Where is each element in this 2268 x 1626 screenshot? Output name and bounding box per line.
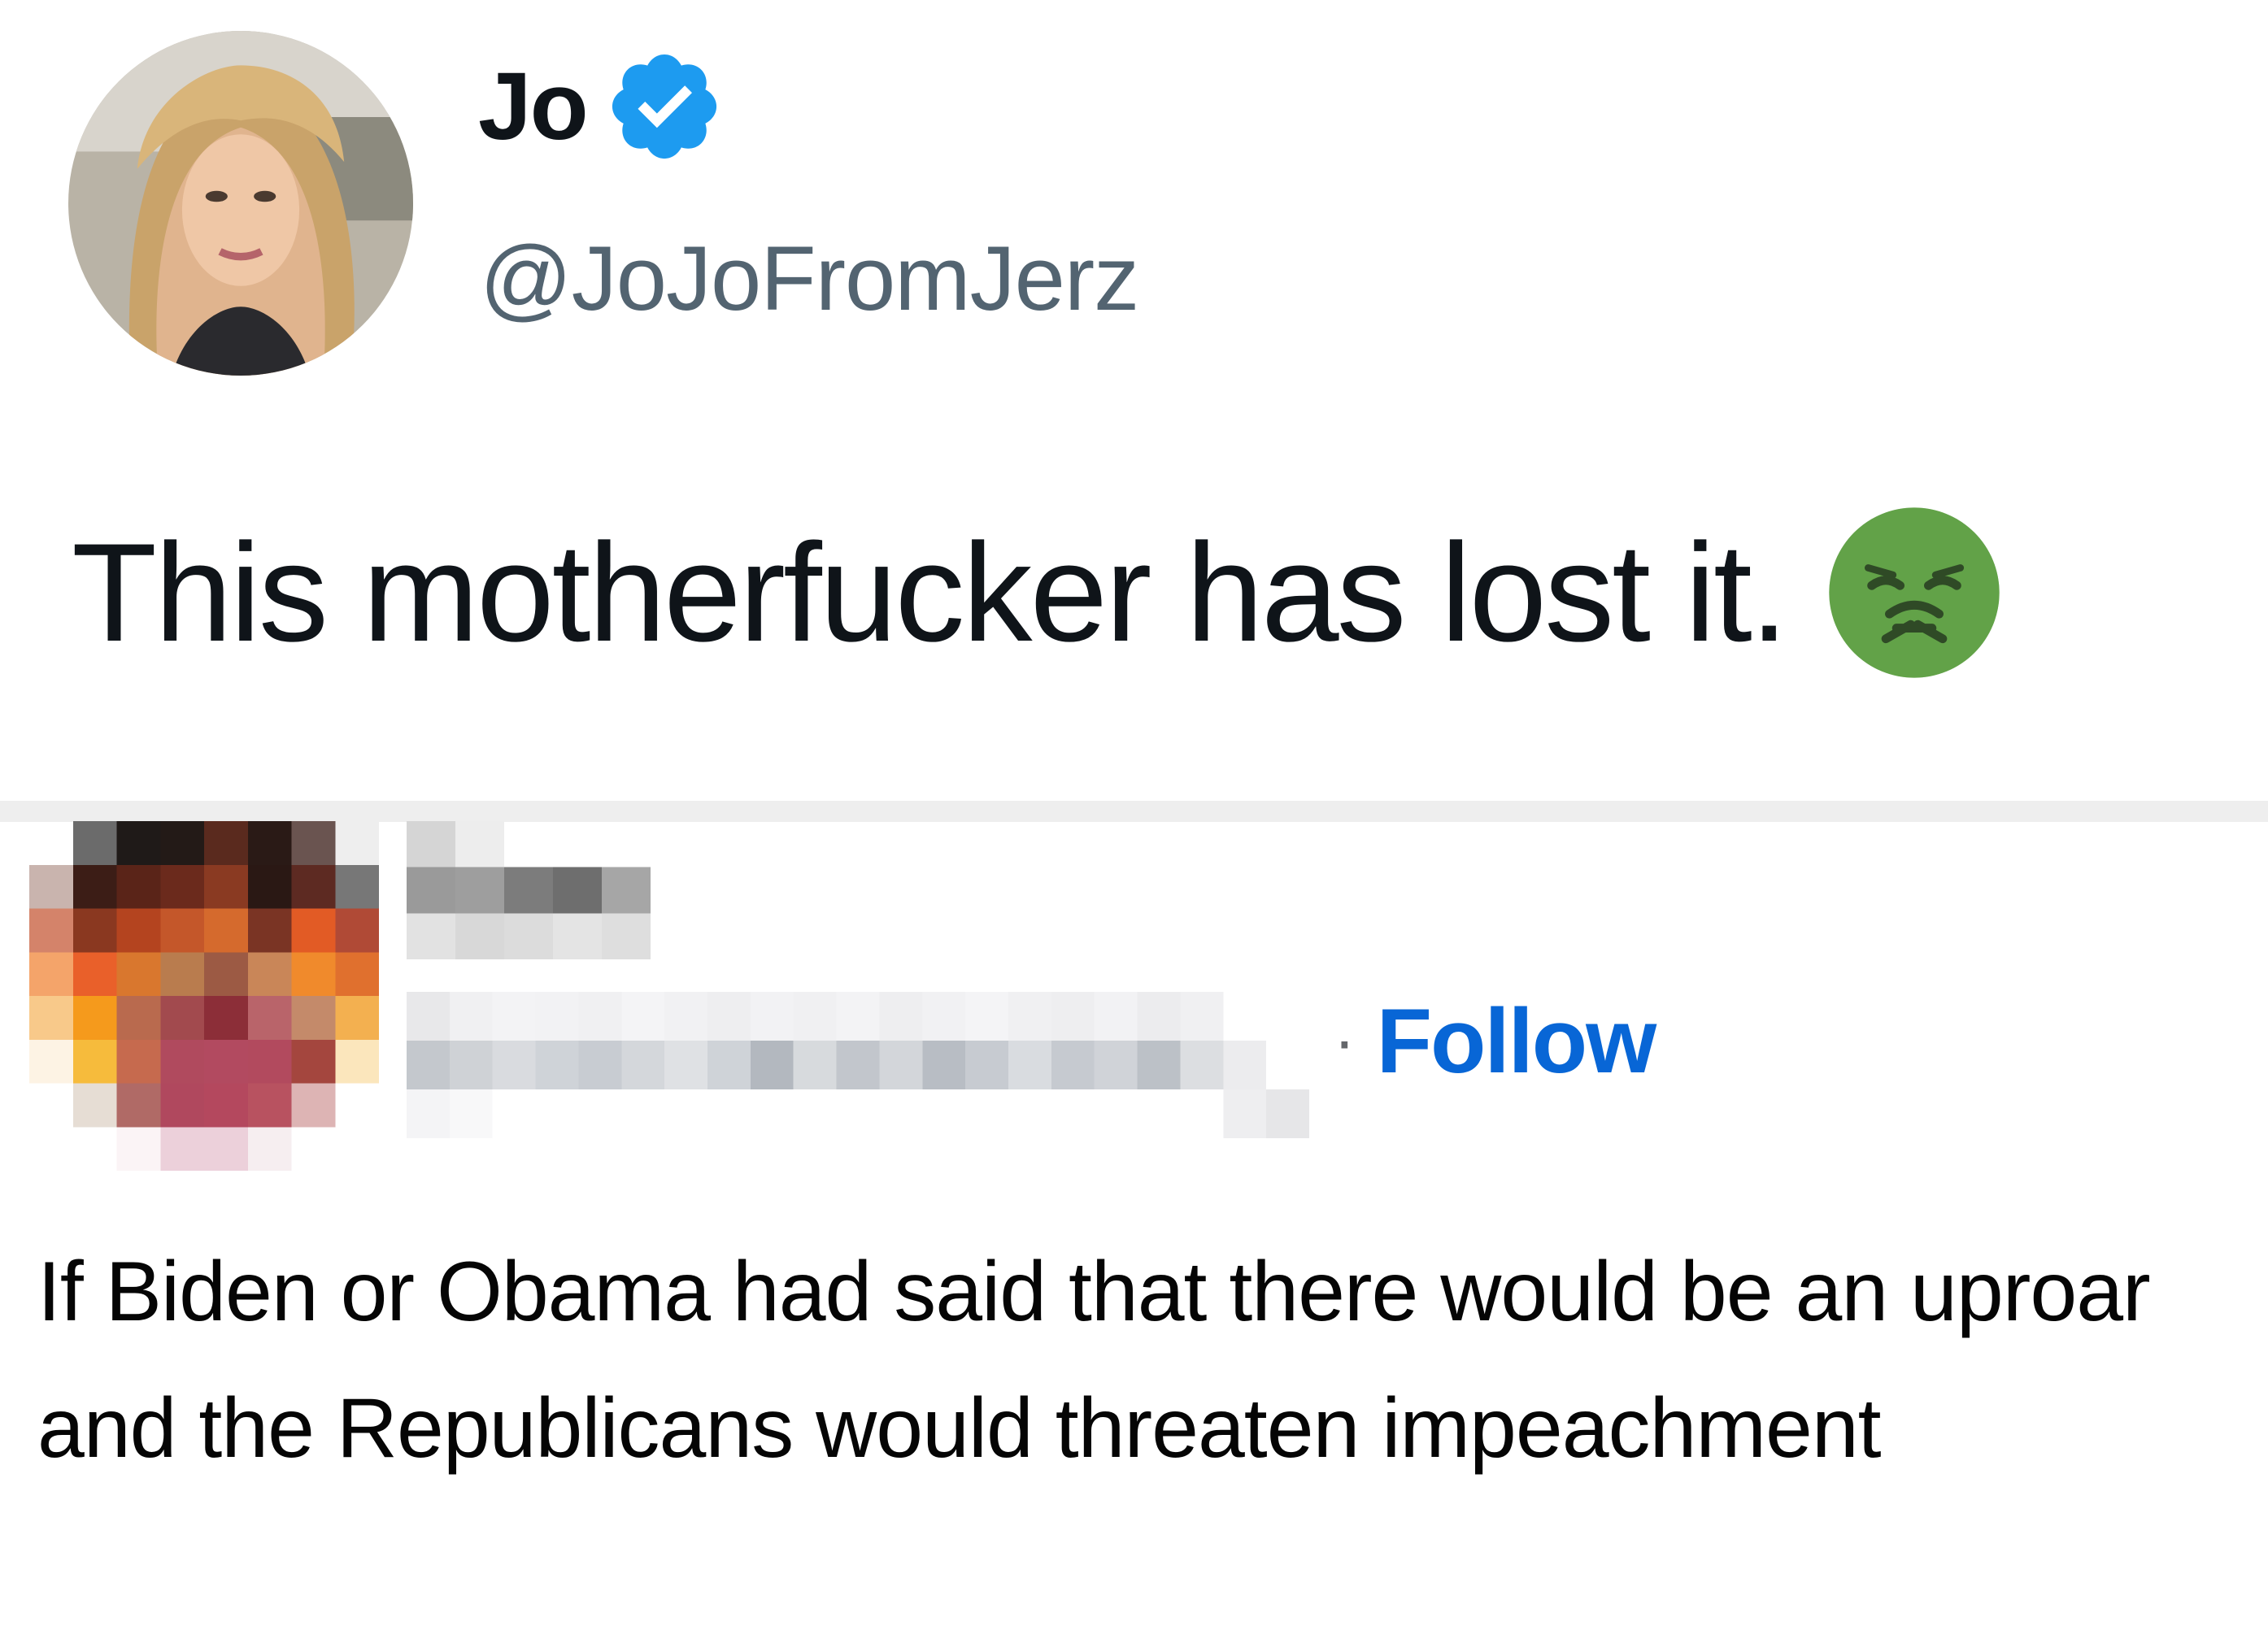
follow-separator: · [1334, 1004, 1356, 1076]
commenter-avatar-pixelated[interactable] [29, 821, 379, 1171]
verified-badge-icon [612, 54, 716, 159]
commenter-name-pixelated[interactable] [407, 821, 651, 959]
author-name-row: Jo [478, 46, 725, 167]
section-divider [0, 801, 2268, 822]
author-name[interactable]: Jo [478, 51, 589, 162]
commenter-handle-pixelated [407, 992, 1309, 1138]
author-handle[interactable]: @JoJoFromJerz [480, 226, 1139, 331]
follow-button[interactable]: Follow [1377, 989, 1657, 1093]
tweet-text: This motherfucker has lost it. [72, 515, 1789, 671]
tweet-body: This motherfucker has lost it. [72, 504, 2003, 681]
nauseated-face-icon [1828, 507, 2000, 678]
author-avatar[interactable] [68, 31, 413, 376]
follow-row: · Follow [1334, 988, 1657, 1093]
comment-text: If Biden or Obama had said that there wo… [37, 1245, 2151, 1476]
tweet: Jo @JoJoFromJerz This motherfucker has l… [0, 0, 2268, 801]
